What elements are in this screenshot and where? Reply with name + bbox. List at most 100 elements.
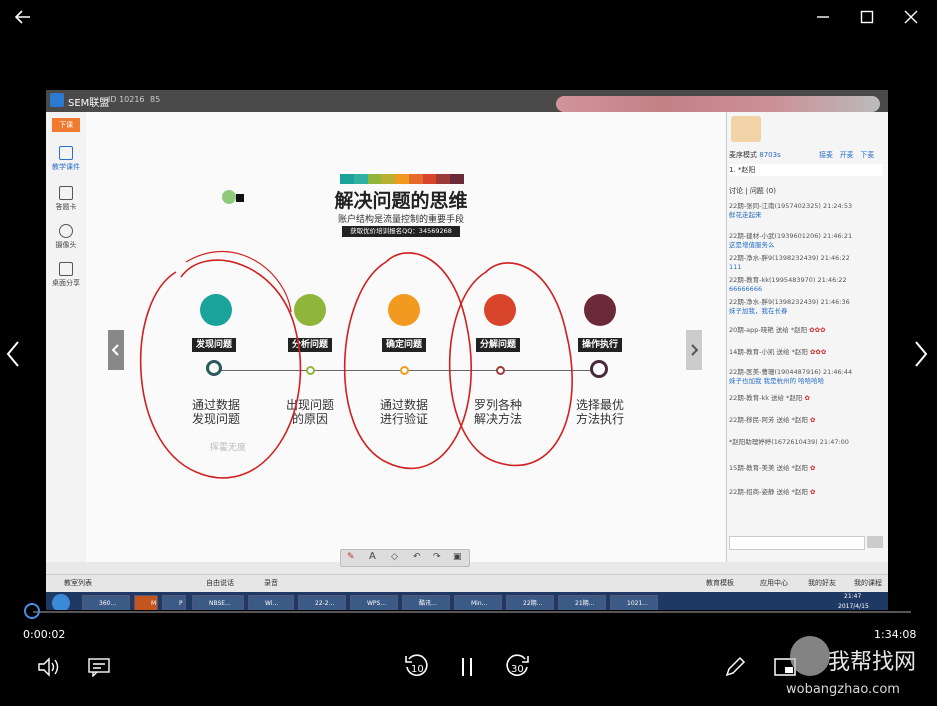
pause-icon [462,658,472,676]
rose-icon: ✿ [809,416,816,424]
chat-input[interactable] [729,536,865,550]
lock-icon[interactable]: ▣ [453,552,462,562]
forward-label: 30 [511,664,524,675]
subtitles-button[interactable] [84,652,114,682]
presentation-slide: 解决问题的思维 账户结构是流量控制的重要手段 获取优价培训报名QQ：345692… [86,112,726,562]
video-frame[interactable]: SEM联盟 ID 10216 85 下课 教学课件 答题卡 摄像头 桌面分享 解… [46,90,888,610]
chevron-left-icon [6,341,19,367]
taskbar-item: Min... [454,595,502,610]
open-mic-link[interactable]: 开麦 [840,151,854,159]
mic-queue-item[interactable]: 1. *赵阳 [729,164,883,176]
camera-item: 摄像头 [46,224,86,250]
taskbar-item: 21期... [558,595,606,610]
take-mic-link[interactable]: 接麦 [819,151,833,159]
chat-message: 22期-教育-kk 送给 *赵阳 ✿ [729,394,810,402]
rewind-10-button[interactable]: 10 [402,652,432,682]
volume-button[interactable] [34,652,64,682]
rose-icon: ✿ [809,464,816,472]
taskbar-item: WPS... [350,595,398,610]
chat-message: 22期-移民-阿芳 送给 *赵阳 ✿ [729,416,816,424]
arrow-left-icon [15,10,30,24]
close-icon [904,10,918,24]
courseware-icon [59,146,73,160]
previous-video-button[interactable] [4,340,22,372]
windows-taskbar: 360... M P NBSE... Wi... 22-2... WPS... … [46,592,888,610]
rose-icon: ✿ [809,488,816,496]
pen-icon [725,656,746,677]
send-button[interactable] [867,536,883,548]
chevron-left-icon [112,344,119,356]
taskbar-item: P [162,595,186,610]
chat-message: 22期-教育-kk(1995483970) 21:46:22 66666666 [729,276,847,293]
answer-card-item: 答题卡 [46,186,86,212]
free-talk-link[interactable]: 自由说话 [206,578,234,588]
class-status-bar: 教室列表 自由说话 录音 教育模板 应用中心 我的好友 我的课程 [46,574,888,591]
redo-icon[interactable]: ↷ [433,552,441,562]
eraser-icon[interactable]: ◇ [391,552,398,562]
draw-button[interactable] [720,652,750,682]
camera-icon [59,224,73,238]
close-button[interactable] [900,6,922,28]
maximize-button[interactable] [856,6,878,28]
blurred-region [556,96,880,112]
chat-message: 22期-招商-姿静 送给 *赵阳 ✿ [729,488,816,496]
rose-icon: ✿✿✿ [809,326,826,334]
taskbar-item: Wi... [248,595,294,610]
record-link[interactable]: 录音 [264,578,278,588]
chat-message: 15期-教育-美美 送给 *赵阳 ✿ [729,464,816,472]
subtitles-icon [88,658,110,677]
watermark-brand: 我帮找网 [828,650,917,675]
chat-message: 20期-app-晓艳 送给 *赵阳 ✿✿✿ [729,326,826,334]
pause-button[interactable] [452,652,482,682]
class-list-link[interactable]: 教室列表 [64,578,92,588]
slide-next-button[interactable] [686,330,702,370]
seek-handle[interactable] [24,603,40,619]
minimize-icon [817,16,829,18]
seek-bar[interactable] [33,611,911,613]
app-center-link[interactable]: 应用中心 [760,578,788,588]
courseware-item: 教学课件 [46,146,86,172]
next-video-button[interactable] [912,340,930,372]
chat-panel: 麦序模式 8703s 接麦 开麦 下麦 1. *赵阳 讨论 | 问题 (0) 2… [726,112,888,562]
undo-icon[interactable]: ↶ [413,552,421,562]
avatar [731,116,761,142]
forward-30-button[interactable]: 30 [502,652,532,682]
watermark-url: wobangzhao.com [786,682,900,697]
mic-actions: 接麦 开麦 下麦 [819,150,874,160]
volume-icon [38,657,59,677]
chevron-right-icon [691,344,698,356]
chat-message: 22期-净水-胖9(1398232439) 21:46:36 妹子加我，我在长春 [729,298,850,315]
app-name: SEM联盟 [68,98,110,109]
back-button[interactable] [12,6,34,28]
minimize-button[interactable] [812,6,834,28]
rose-icon: ✿ [804,394,810,402]
friends-link[interactable]: 我的好友 [808,578,836,588]
rewind-label: 10 [411,664,424,675]
viewer-count: 85 [150,95,161,104]
chat-tabs: 讨论 | 问题 (0) [729,187,776,195]
taskbar-item: 22-2... [298,595,346,610]
taskbar-date: 2017/4/15 [838,603,869,610]
pen-icon[interactable]: ✎ [347,552,355,562]
template-link[interactable]: 教育模板 [706,578,734,588]
taskbar-item: 酷讯... [402,595,450,610]
taskbar-item: M [134,595,158,610]
chat-message: 22期-净水-胖9(1398232439) 21:46:22 111 [729,254,850,271]
my-courses-link[interactable]: 我的课程 [854,578,882,588]
room-id: ID 10216 [108,95,145,104]
windows-start-icon [52,594,70,610]
slide-prev-button[interactable] [108,330,124,370]
chat-message: 14期-教育-小凯 送给 *赵阳 ✿✿✿ [729,348,827,356]
video-app-titlebar: SEM联盟 ID 10216 85 [46,90,888,112]
tab-discussion[interactable]: 讨论 [729,187,743,195]
chat-message: 22期-医美-曹珊(1904487916) 21:46:44 妹子也加我 我是杭州… [729,368,853,385]
text-icon[interactable]: A [369,551,376,562]
tab-questions[interactable]: 问题 (0) [750,187,776,195]
current-time: 0:00:02 [23,628,66,641]
chat-message: *赵阳助理婷婷(1672610439) 21:47:00 [729,438,849,446]
taskbar-clock: 21:47 [844,593,862,600]
taskbar-item: 1021... [610,595,658,610]
drop-mic-link[interactable]: 下麦 [860,151,874,159]
chat-message: 22期-建材-小武(1939601206) 21:46:21 这是增值服务么 [729,232,853,249]
drawing-toolbar: ✎ A ◇ ↶ ↷ ▣ [340,549,470,567]
